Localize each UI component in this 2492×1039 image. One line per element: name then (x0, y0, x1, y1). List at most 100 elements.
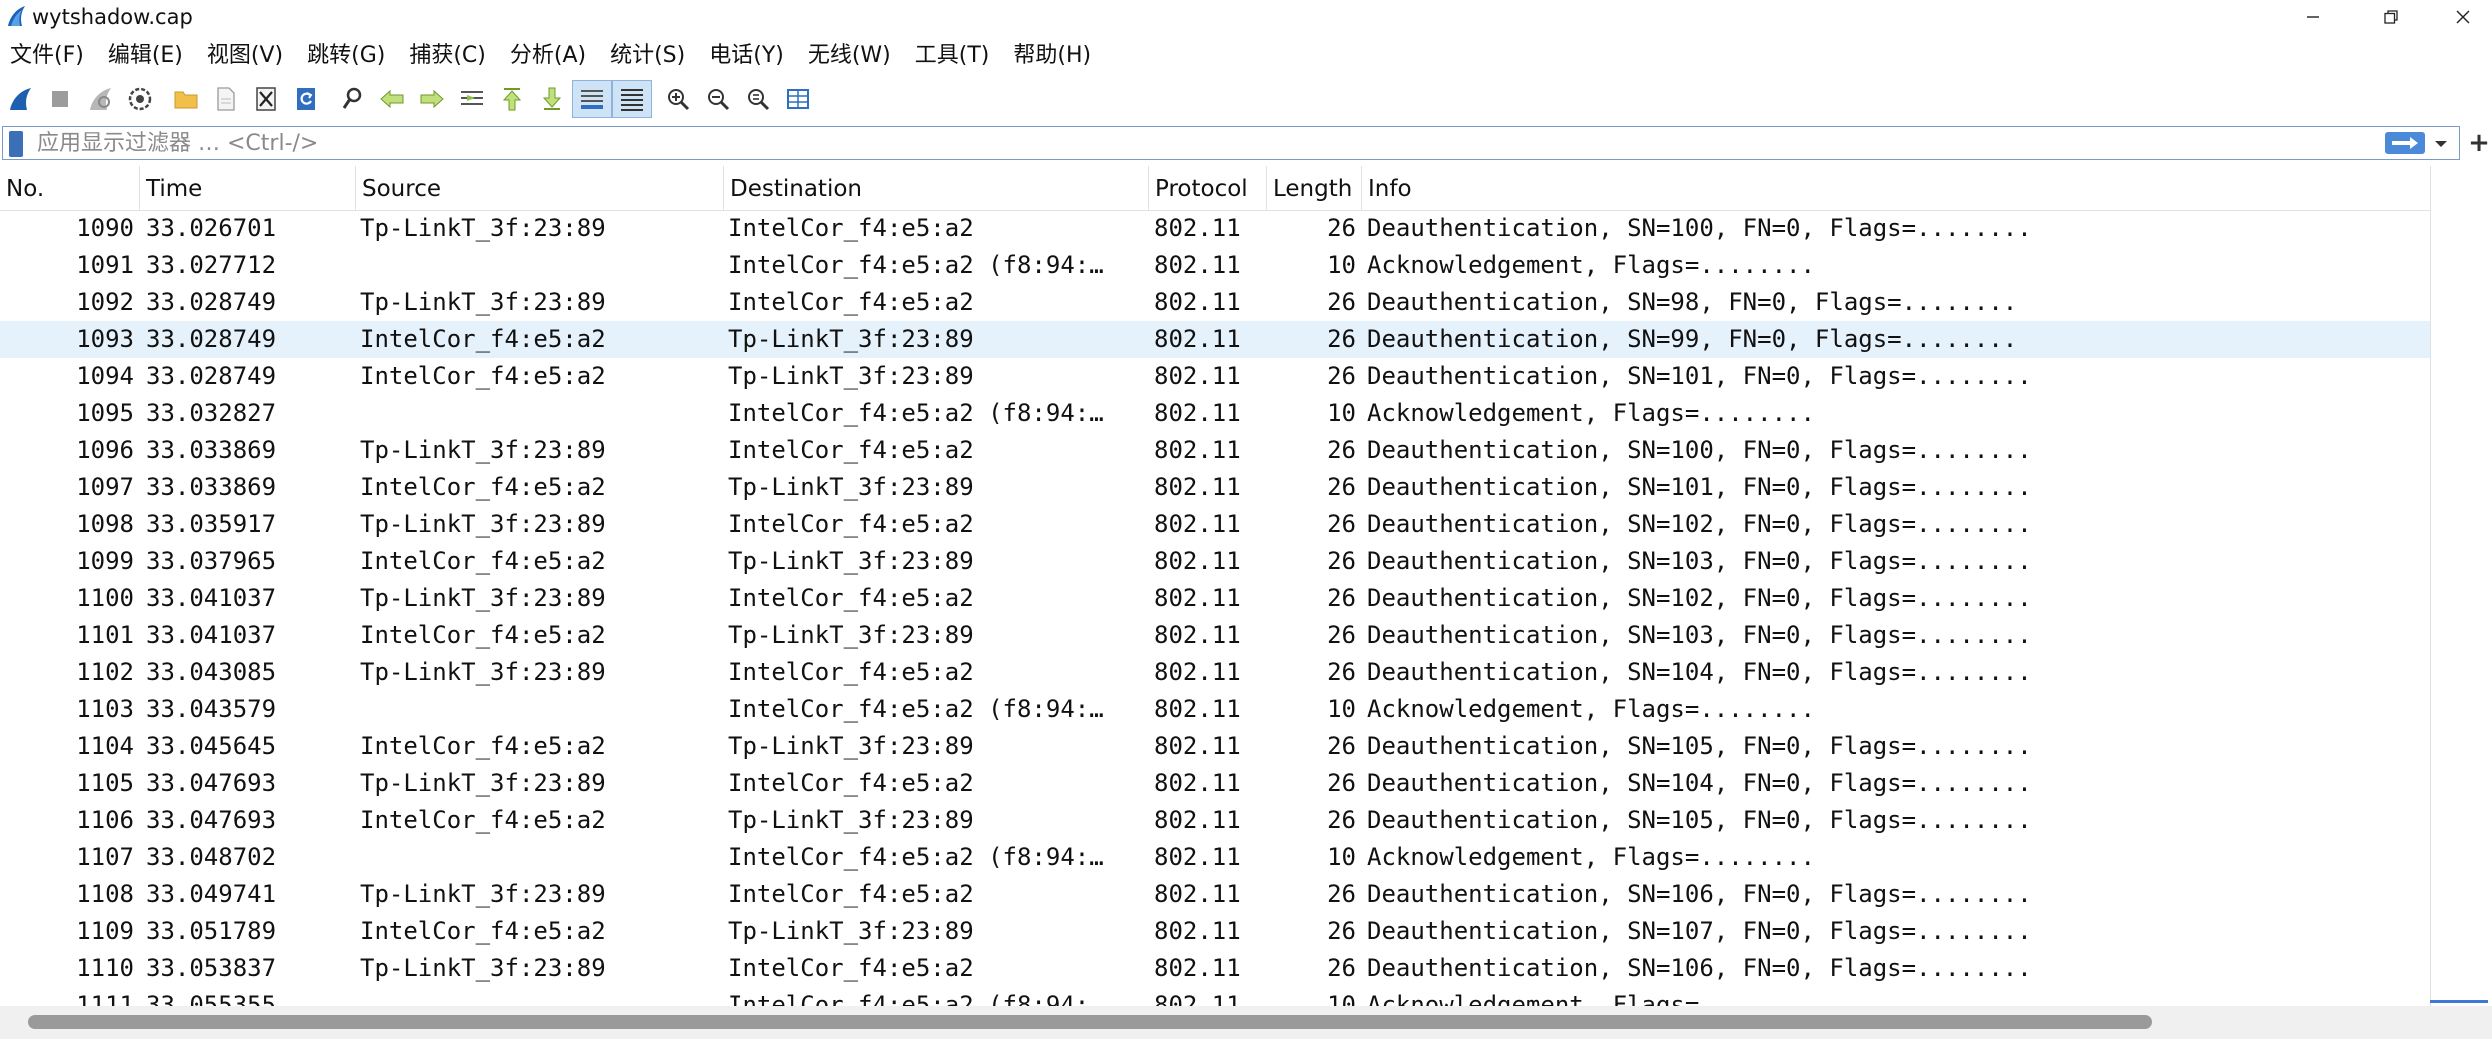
packet-row[interactable]: 1108 33.049741 Tp-LinkT_3f:23:89 IntelCor_f… (0, 876, 2430, 913)
packet-length-cell: 10 (1327, 399, 1356, 427)
packet-destination-cell: IntelCor_f4:e5:a2 (728, 288, 974, 316)
restore-button[interactable] (2362, 0, 2420, 34)
packet-row[interactable]: 1111 33.055355 IntelCor_f4:e5:a2 (f8:94:… 8… (0, 987, 2430, 1006)
packet-length-cell: 26 (1327, 584, 1356, 612)
filter-history-dropdown[interactable] (2431, 133, 2451, 155)
packet-length-cell: 10 (1327, 251, 1356, 279)
close-file-button[interactable] (246, 80, 286, 118)
go-first-button[interactable] (492, 80, 532, 118)
colorize-button[interactable] (612, 80, 652, 118)
menu-analyze[interactable]: 分析(A) (500, 37, 596, 75)
zoom-in-button[interactable] (658, 80, 698, 118)
column-header-source[interactable]: Source (356, 166, 724, 210)
menu-telephony[interactable]: 电话(Y) (699, 37, 794, 75)
zoom-normal-button[interactable] (738, 80, 778, 118)
packet-info-cell: Acknowledgement, Flags=........ (1367, 251, 1815, 279)
packet-time-cell: 33.049741 (146, 880, 277, 908)
menu-file[interactable]: 文件(F) (0, 37, 94, 75)
go-forward-button[interactable] (412, 80, 452, 118)
packet-destination-cell: IntelCor_f4:e5:a2 (f8:94:… (728, 695, 1104, 723)
packet-row[interactable]: 1100 33.041037 Tp-LinkT_3f:23:89 IntelCor_f… (0, 580, 2430, 617)
packet-row[interactable]: 1103 33.043579 IntelCor_f4:e5:a2 (f8:94:… 8… (0, 691, 2430, 728)
packet-protocol-cell: 802.11 (1154, 843, 1241, 871)
go-to-packet-button[interactable] (452, 80, 492, 118)
filter-bookmark-icon[interactable] (9, 131, 23, 157)
packet-length-cell: 26 (1327, 325, 1356, 353)
packet-no-cell: 1094 (76, 362, 134, 390)
add-filter-button[interactable]: + (2466, 126, 2492, 160)
packet-length-cell: 26 (1327, 917, 1356, 945)
packet-source-cell: Tp-LinkT_3f:23:89 (360, 510, 606, 538)
auto-scroll-button[interactable] (572, 80, 612, 118)
packet-row[interactable]: 1095 33.032827 IntelCor_f4:e5:a2 (f8:94:… 8… (0, 395, 2430, 432)
packet-row[interactable]: 1102 33.043085 Tp-LinkT_3f:23:89 IntelCor_f… (0, 654, 2430, 691)
column-header-length[interactable]: Length (1267, 166, 1362, 210)
menu-wireless[interactable]: 无线(W) (798, 37, 901, 75)
packet-row[interactable]: 1092 33.028749 Tp-LinkT_3f:23:89 IntelCor_f… (0, 284, 2430, 321)
go-back-button[interactable] (372, 80, 412, 118)
go-last-icon (542, 87, 562, 110)
colorize-icon (621, 89, 643, 111)
menu-statistics[interactable]: 统计(S) (600, 37, 695, 75)
go-last-button[interactable] (532, 80, 572, 118)
reload-file-button[interactable] (286, 80, 326, 118)
packet-row[interactable]: 1098 33.035917 Tp-LinkT_3f:23:89 IntelCor_f… (0, 506, 2430, 543)
packet-row[interactable]: 1099 33.037965 IntelCor_f4:e5:a2 Tp-LinkT_3… (0, 543, 2430, 580)
save-file-button[interactable] (206, 80, 246, 118)
packet-source-cell: Tp-LinkT_3f:23:89 (360, 954, 606, 982)
packet-length-cell: 10 (1327, 991, 1356, 1006)
packet-row[interactable]: 1105 33.047693 Tp-LinkT_3f:23:89 IntelCor_f… (0, 765, 2430, 802)
horizontal-scrollbar[interactable] (0, 1006, 2492, 1039)
packet-row[interactable]: 1109 33.051789 IntelCor_f4:e5:a2 Tp-LinkT_3… (0, 913, 2430, 950)
column-header-destination[interactable]: Destination (724, 166, 1149, 210)
vertical-scrollbar[interactable] (2430, 166, 2492, 1006)
find-packet-button[interactable] (332, 80, 372, 118)
zoom-out-button[interactable] (698, 80, 738, 118)
stop-capture-button[interactable] (40, 80, 80, 118)
packet-protocol-cell: 802.11 (1154, 621, 1241, 649)
packet-no-cell: 1108 (76, 880, 134, 908)
packet-time-cell: 33.043085 (146, 658, 277, 686)
minimize-button[interactable] (2284, 0, 2342, 34)
packet-length-cell: 10 (1327, 843, 1356, 871)
packet-row[interactable]: 1093 33.028749 IntelCor_f4:e5:a2 Tp-LinkT_3… (0, 321, 2430, 358)
packet-row[interactable]: 1107 33.048702 IntelCor_f4:e5:a2 (f8:94:… 8… (0, 839, 2430, 876)
column-header-no[interactable]: No. (0, 166, 140, 210)
packet-row[interactable]: 1090 33.026701 Tp-LinkT_3f:23:89 IntelCor_f… (0, 210, 2430, 247)
packet-row[interactable]: 1094 33.028749 IntelCor_f4:e5:a2 Tp-LinkT_3… (0, 358, 2430, 395)
close-window-button[interactable] (2434, 0, 2492, 34)
packet-protocol-cell: 802.11 (1154, 510, 1241, 538)
packet-time-cell: 33.048702 (146, 843, 277, 871)
menu-view[interactable]: 视图(V) (197, 37, 293, 75)
capture-options-button[interactable] (120, 80, 160, 118)
packet-info-cell: Deauthentication, SN=106, FN=0, Flags=..… (1367, 880, 2032, 908)
open-file-button[interactable] (166, 80, 206, 118)
packet-row[interactable]: 1091 33.027712 IntelCor_f4:e5:a2 (f8:94:… 8… (0, 247, 2430, 284)
packet-row[interactable]: 1101 33.041037 IntelCor_f4:e5:a2 Tp-LinkT_3… (0, 617, 2430, 654)
packet-row[interactable]: 1104 33.045645 IntelCor_f4:e5:a2 Tp-LinkT_3… (0, 728, 2430, 765)
packet-info-cell: Deauthentication, SN=107, FN=0, Flags=..… (1367, 917, 2032, 945)
packet-destination-cell: Tp-LinkT_3f:23:89 (728, 732, 974, 760)
start-capture-button[interactable] (0, 80, 40, 118)
menu-capture[interactable]: 捕获(C) (399, 37, 496, 75)
restart-capture-button[interactable] (80, 80, 120, 118)
packet-info-cell: Deauthentication, SN=105, FN=0, Flags=..… (1367, 732, 2032, 760)
column-header-protocol[interactable]: Protocol (1149, 166, 1267, 210)
menu-go[interactable]: 跳转(G) (297, 37, 395, 75)
menu-help[interactable]: 帮助(H) (1003, 37, 1101, 75)
packet-info-cell: Acknowledgement, Flags=........ (1367, 695, 1815, 723)
column-header-time[interactable]: Time (140, 166, 356, 210)
packet-destination-cell: IntelCor_f4:e5:a2 (f8:94:… (728, 399, 1104, 427)
horizontal-scrollbar-thumb[interactable] (28, 1015, 2152, 1029)
column-header-info[interactable]: Info (1362, 166, 2430, 210)
menu-tools[interactable]: 工具(T) (905, 37, 1000, 75)
packet-info-cell: Deauthentication, SN=103, FN=0, Flags=..… (1367, 621, 2032, 649)
display-filter-input[interactable] (37, 129, 2337, 157)
menu-edit[interactable]: 编辑(E) (98, 37, 193, 75)
packet-row[interactable]: 1097 33.033869 IntelCor_f4:e5:a2 Tp-LinkT_3… (0, 469, 2430, 506)
packet-row[interactable]: 1110 33.053837 Tp-LinkT_3f:23:89 IntelCor_f… (0, 950, 2430, 987)
resize-columns-button[interactable] (778, 80, 818, 118)
packet-row[interactable]: 1106 33.047693 IntelCor_f4:e5:a2 Tp-LinkT_3… (0, 802, 2430, 839)
apply-filter-button[interactable] (2385, 132, 2425, 154)
packet-row[interactable]: 1096 33.033869 Tp-LinkT_3f:23:89 IntelCor_f… (0, 432, 2430, 469)
